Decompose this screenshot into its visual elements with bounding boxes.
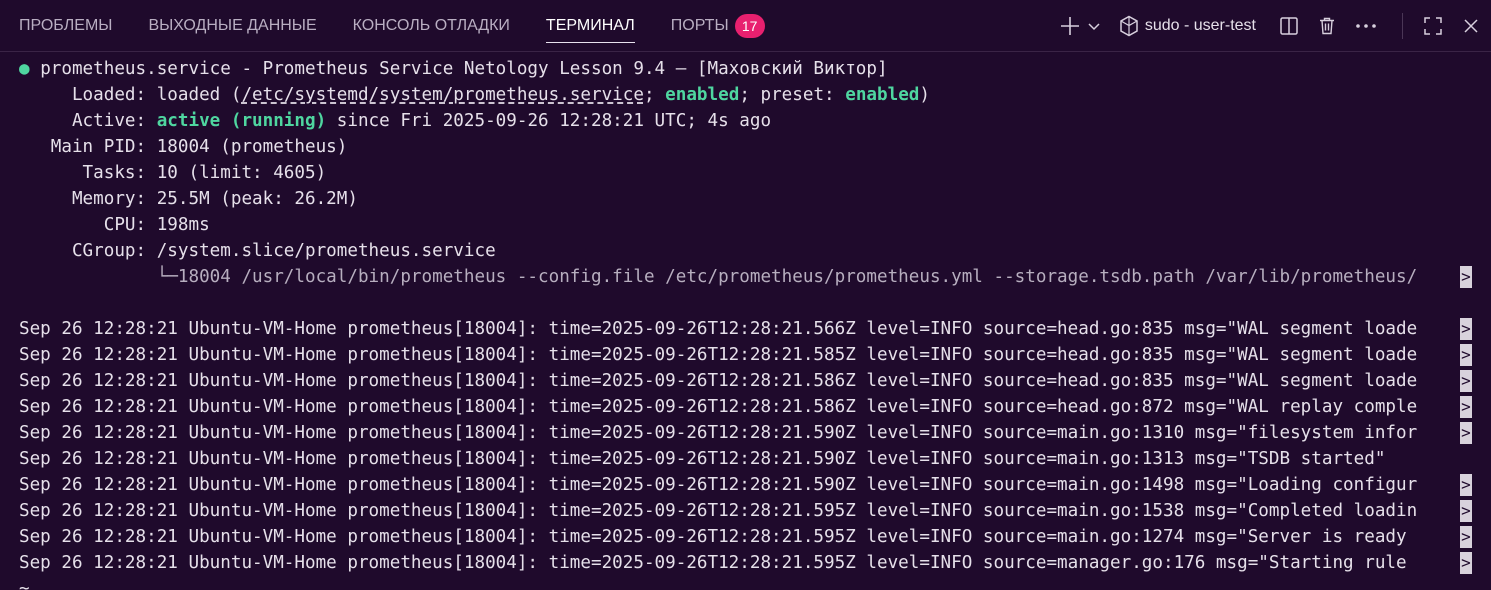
log-line: Sep 26 12:28:21 Ubuntu-VM-Home prometheu… <box>0 394 1472 420</box>
plus-icon <box>1059 15 1081 37</box>
enabled-state: enabled <box>665 85 740 105</box>
tab-terminal[interactable]: ТЕРМИНАЛ <box>545 0 635 52</box>
tab-label: ТЕРМИНАЛ <box>545 17 635 34</box>
log-line: Sep 26 12:28:21 Ubuntu-VM-Home prometheu… <box>0 550 1472 576</box>
ports-count-badge: 17 <box>734 14 765 38</box>
truncation-marker: > <box>1460 474 1472 496</box>
status-header-line: ● prometheus.service - Prometheus Servic… <box>0 56 1472 82</box>
status-active-line: Active: active (running) since Fri 2025-… <box>0 108 1472 134</box>
tab-label: ПРОБЛЕМЫ <box>19 17 113 34</box>
status-label: Active: <box>19 111 157 131</box>
launch-profile-button[interactable] <box>1083 0 1105 52</box>
status-pid-line: Main PID: 18004 (prometheus) <box>0 134 1472 160</box>
status-value: └─18004 /usr/local/bin/prometheus --conf… <box>19 267 1418 287</box>
status-value: ) <box>919 85 930 105</box>
log-text: Sep 26 12:28:21 Ubuntu-VM-Home prometheu… <box>19 397 1418 417</box>
panel-header: ПРОБЛЕМЫ ВЫХОДНЫЕ ДАННЫЕ КОНСОЛЬ ОТЛАДКИ… <box>0 0 1491 52</box>
status-value: Memory: 25.5M (peak: 26.2M) <box>19 189 358 209</box>
truncation-marker: > <box>1460 318 1472 340</box>
status-value: ; <box>643 85 666 105</box>
more-icon <box>1355 23 1377 29</box>
prompt-line: ~ <box>19 579 30 590</box>
status-value: CPU: 198ms <box>19 215 210 235</box>
truncation-marker: > <box>1460 396 1472 418</box>
terminal-instance-selector[interactable]: sudo - user-test <box>1119 0 1256 52</box>
log-text: Sep 26 12:28:21 Ubuntu-VM-Home prometheu… <box>19 449 1386 469</box>
tab-debug-console[interactable]: КОНСОЛЬ ОТЛАДКИ <box>353 0 510 52</box>
trash-icon <box>1317 16 1337 36</box>
truncation-marker: > <box>1460 526 1472 548</box>
status-loaded-line: Loaded: loaded (/etc/systemd/system/prom… <box>0 82 1472 108</box>
maximize-panel-button[interactable] <box>1415 0 1451 52</box>
log-line: Sep 26 12:28:21 Ubuntu-VM-Home prometheu… <box>0 472 1472 498</box>
status-cpu-line: CPU: 198ms <box>0 212 1472 238</box>
status-value: CGroup: /system.slice/prometheus.service <box>19 241 496 261</box>
terminal-shell-icon <box>1119 15 1139 37</box>
log-text: Sep 26 12:28:21 Ubuntu-VM-Home prometheu… <box>19 553 1418 573</box>
log-text: Sep 26 12:28:21 Ubuntu-VM-Home prometheu… <box>19 423 1418 443</box>
status-cgroup-line: CGroup: /system.slice/prometheus.service <box>0 238 1472 264</box>
tab-ports[interactable]: ПОРТЫ 17 <box>671 0 765 52</box>
panel-tabs: ПРОБЛЕМЫ ВЫХОДНЫЕ ДАННЫЕ КОНСОЛЬ ОТЛАДКИ… <box>0 0 782 52</box>
close-panel-button[interactable] <box>1451 0 1491 52</box>
terminal-title: sudo - user-test <box>1144 17 1256 34</box>
log-text: Sep 26 12:28:21 Ubuntu-VM-Home prometheu… <box>19 345 1418 365</box>
status-tasks-line: Tasks: 10 (limit: 4605) <box>0 160 1472 186</box>
log-text: Sep 26 12:28:21 Ubuntu-VM-Home prometheu… <box>19 319 1418 339</box>
split-icon <box>1279 16 1299 36</box>
log-text: Sep 26 12:28:21 Ubuntu-VM-Home prometheu… <box>19 501 1418 521</box>
log-line: Sep 26 12:28:21 Ubuntu-VM-Home prometheu… <box>0 342 1472 368</box>
split-terminal-button[interactable] <box>1270 0 1308 52</box>
log-line: Sep 26 12:28:21 Ubuntu-VM-Home prometheu… <box>0 316 1472 342</box>
maximize-icon <box>1423 16 1443 36</box>
status-value: since Fri 2025-09-26 12:28:21 UTC; 4s ag… <box>326 111 772 131</box>
new-terminal-button[interactable] <box>1057 0 1083 52</box>
status-value: Tasks: 10 (limit: 4605) <box>19 163 327 183</box>
status-header: prometheus.service - Prometheus Service … <box>40 59 888 79</box>
truncation-marker: > <box>1460 370 1472 392</box>
tab-problems[interactable]: ПРОБЛЕМЫ <box>19 0 112 52</box>
status-label: Loaded: <box>19 85 157 105</box>
close-icon <box>1462 17 1480 35</box>
log-text: Sep 26 12:28:21 Ubuntu-VM-Home prometheu… <box>19 527 1418 547</box>
toolbar-divider <box>1402 13 1403 39</box>
truncation-marker: > <box>1460 500 1472 522</box>
log-text: Sep 26 12:28:21 Ubuntu-VM-Home prometheu… <box>19 475 1418 495</box>
unit-file-path-link[interactable]: /etc/systemd/system/prometheus.service <box>241 85 644 105</box>
truncation-marker: > <box>1460 422 1472 444</box>
terminal-output[interactable]: ● prometheus.service - Prometheus Servic… <box>0 56 1491 590</box>
preset-state: enabled <box>845 85 920 105</box>
log-text: Sep 26 12:28:21 Ubuntu-VM-Home prometheu… <box>19 371 1418 391</box>
log-line: Sep 26 12:28:21 Ubuntu-VM-Home prometheu… <box>0 420 1472 446</box>
truncation-marker: > <box>1460 344 1472 366</box>
chevron-down-icon <box>1087 19 1101 33</box>
log-line: Sep 26 12:28:21 Ubuntu-VM-Home prometheu… <box>0 524 1472 550</box>
log-line: Sep 26 12:28:21 Ubuntu-VM-Home prometheu… <box>0 498 1472 524</box>
status-value: ; preset: <box>739 85 846 105</box>
truncation-marker: > <box>1460 266 1472 288</box>
active-state: active (running) <box>156 111 327 131</box>
tab-label: ПОРТЫ <box>670 17 729 34</box>
status-value: Main PID: 18004 (prometheus) <box>19 137 348 157</box>
status-value: loaded ( <box>156 85 242 105</box>
tab-output[interactable]: ВЫХОДНЫЕ ДАННЫЕ <box>148 0 316 52</box>
kill-terminal-button[interactable] <box>1308 0 1346 52</box>
log-line: Sep 26 12:28:21 Ubuntu-VM-Home prometheu… <box>0 446 1472 472</box>
status-memory-line: Memory: 25.5M (peak: 26.2M) <box>0 186 1472 212</box>
log-line: Sep 26 12:28:21 Ubuntu-VM-Home prometheu… <box>0 368 1472 394</box>
status-bullet-icon: ● <box>19 59 30 79</box>
tab-label: КОНСОЛЬ ОТЛАДКИ <box>352 17 510 34</box>
truncation-marker: > <box>1460 552 1472 574</box>
status-cgroup-tree-line: └─18004 /usr/local/bin/prometheus --conf… <box>0 264 1472 290</box>
tab-label: ВЫХОДНЫЕ ДАННЫЕ <box>148 17 317 34</box>
more-actions-button[interactable] <box>1346 0 1386 52</box>
panel-actions: sudo - user-test <box>1057 0 1491 52</box>
